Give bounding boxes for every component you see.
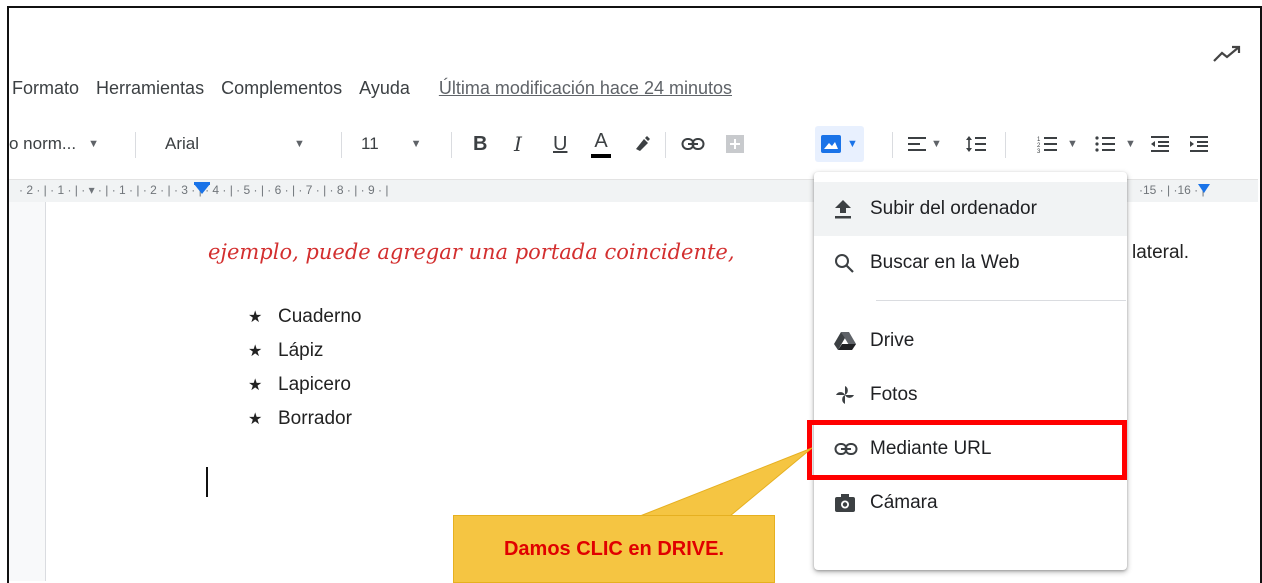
text-color-swatch [591,154,611,158]
document-text-lateral: lateral. [1132,242,1190,263]
list-item-text: Cuaderno [278,306,362,327]
toolbar-divider [1005,132,1006,158]
right-margin-marker-icon[interactable] [1197,182,1211,196]
search-icon [834,253,870,273]
underline-icon: U [553,132,568,155]
style-select[interactable]: o norm... ▼ [9,124,99,164]
ruler-right-numbers: ·15 · | ·16 · | [1139,183,1205,197]
chevron-down-icon: ▼ [847,138,858,150]
list-item: ★ Cuaderno [248,300,361,334]
bold-button[interactable]: B [473,124,487,164]
increase-indent-icon [1190,136,1208,152]
font-select[interactable]: Arial ▼ [165,124,305,164]
list-item: ★ Borrador [248,402,361,436]
numbered-list-icon: 1 2 3 [1037,137,1057,153]
menu-item-label: Cámara [870,492,938,513]
star-bullet-icon: ★ [248,411,263,428]
bulleted-list: ★ Cuaderno ★ Lápiz ★ Lapicero ★ Borrador [248,300,361,436]
add-comment-button[interactable] [725,124,745,164]
menu-formato[interactable]: Formato [12,78,79,99]
numbered-list-button[interactable]: 1 2 3 ▼ [1037,124,1078,164]
list-item-text: Lápiz [278,340,324,361]
toolbar-divider [892,132,893,158]
star-bullet-icon: ★ [248,309,263,326]
insert-image-button[interactable]: ▼ [815,126,864,162]
chevron-down-icon: ▼ [294,138,305,150]
text-color-button[interactable]: A [591,124,611,164]
chevron-down-icon: ▼ [88,138,99,150]
star-bullet-icon: ★ [248,343,263,360]
highlighter-icon [636,136,650,151]
menu-item-camera[interactable]: Cámara [814,476,1127,530]
toolbar: o norm... ▼ Arial ▼ 11 ▼ B I U A ▼ ▼ 1 2… [7,124,1258,164]
add-comment-icon [726,135,744,153]
style-select-value: o norm... [9,134,77,153]
chevron-down-icon: ▼ [1067,138,1078,150]
camera-icon [834,493,870,513]
toolbar-divider [341,132,342,158]
highlight-button[interactable] [632,124,652,164]
menu-item-photos[interactable]: Fotos [814,368,1127,422]
align-button[interactable]: ▼ [907,124,942,164]
menu-complementos[interactable]: Complementos [221,78,342,99]
insert-link-button[interactable] [681,124,705,164]
font-select-value: Arial [165,134,200,153]
align-left-icon [908,137,926,151]
callout-box: Damos CLIC en DRIVE. [453,515,775,583]
text-color-icon: A [594,130,608,152]
menu-item-label: Drive [870,330,915,351]
increase-indent-button[interactable] [1189,124,1209,164]
font-size-value: 11 [361,134,379,153]
insert-image-menu: Subir del ordenador Buscar en la Web Dri… [814,172,1127,570]
image-icon [821,135,841,153]
toolbar-divider [451,132,452,158]
star-bullet-icon: ★ [248,377,263,394]
list-item-text: Borrador [278,408,352,429]
bulleted-list-icon [1095,136,1115,152]
document-red-text: ejemplo, puede agregar una portada coinc… [208,240,735,264]
svg-text:3: 3 [1037,149,1041,153]
chevron-down-icon: ▼ [931,138,942,150]
link-icon [681,138,705,150]
menu-item-drive[interactable]: Drive [814,314,1127,368]
italic-button[interactable]: I [514,124,522,164]
upload-icon [834,199,870,219]
menu-item-label: Buscar en la Web [870,252,1020,273]
chevron-down-icon: ▼ [410,138,422,150]
chevron-down-icon: ▼ [1125,138,1136,150]
line-spacing-icon [966,136,986,152]
activity-trend-icon[interactable] [1213,44,1241,64]
list-item: ★ Lápiz [248,334,361,368]
text-cursor [206,467,208,497]
italic-icon: I [514,132,522,156]
underline-button[interactable]: U [553,124,567,164]
menu-item-label: Subir del ordenador [870,198,1037,219]
list-item: ★ Lapicero [248,368,361,402]
list-item-text: Lapicero [278,374,351,395]
menu-item-search-web[interactable]: Buscar en la Web [814,236,1127,290]
bold-icon: B [473,132,488,155]
toolbar-divider [135,132,136,158]
menu-divider [876,300,1126,301]
line-spacing-button[interactable] [965,124,987,164]
drive-icon [834,331,870,351]
last-edit-link[interactable]: Última modificación hace 24 minutos [439,78,732,99]
menu-ayuda[interactable]: Ayuda [359,78,410,99]
menu-item-label: Fotos [870,384,918,405]
bulleted-list-button[interactable]: ▼ [1095,124,1136,164]
decrease-indent-icon [1151,136,1169,152]
highlight-box [807,420,1127,480]
menu-herramientas[interactable]: Herramientas [96,78,204,99]
callout-text: Damos CLIC en DRIVE. [503,537,725,560]
indent-marker-icon[interactable] [192,182,212,198]
menu-item-upload[interactable]: Subir del ordenador [814,182,1127,236]
decrease-indent-button[interactable] [1150,124,1170,164]
toolbar-divider [665,132,666,158]
photos-icon [834,384,870,406]
menu-bar: Formato Herramientas Complementos Ayuda … [12,70,732,106]
font-size-select[interactable]: 11 ▼ [361,124,422,164]
